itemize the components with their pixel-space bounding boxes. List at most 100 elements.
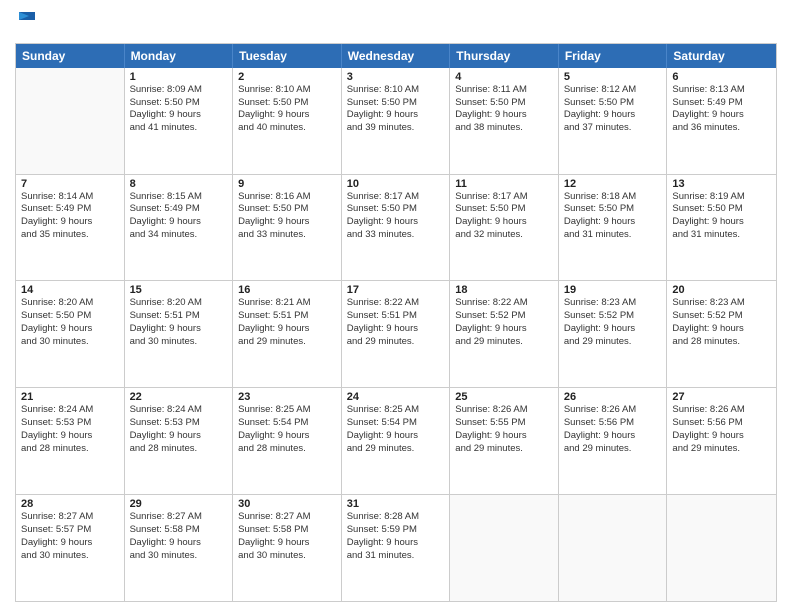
cell-info-line: and 36 minutes. — [672, 122, 771, 135]
weekday-header: Friday — [559, 44, 668, 68]
cell-info-line: Sunset: 5:50 PM — [455, 203, 553, 216]
cell-info-line: and 35 minutes. — [21, 229, 119, 242]
cell-info-line: Sunset: 5:58 PM — [238, 524, 336, 537]
calendar: SundayMondayTuesdayWednesdayThursdayFrid… — [15, 43, 777, 602]
cell-info-line: Sunrise: 8:20 AM — [130, 297, 228, 310]
day-number: 14 — [21, 284, 119, 296]
calendar-cell: 11Sunrise: 8:17 AMSunset: 5:50 PMDayligh… — [450, 175, 559, 281]
cell-info-line: Sunrise: 8:26 AM — [564, 404, 662, 417]
calendar-cell: 5Sunrise: 8:12 AMSunset: 5:50 PMDaylight… — [559, 68, 668, 174]
day-number: 6 — [672, 71, 771, 83]
cell-info-line: Daylight: 9 hours — [21, 216, 119, 229]
cell-info-line: Sunrise: 8:21 AM — [238, 297, 336, 310]
cell-info-line: Sunrise: 8:19 AM — [672, 191, 771, 204]
cell-info-line: and 29 minutes. — [564, 336, 662, 349]
cell-info-line: and 29 minutes. — [672, 443, 771, 456]
cell-info-line: Daylight: 9 hours — [564, 216, 662, 229]
day-number: 26 — [564, 391, 662, 403]
calendar-cell: 17Sunrise: 8:22 AMSunset: 5:51 PMDayligh… — [342, 281, 451, 387]
cell-info-line: Sunrise: 8:23 AM — [672, 297, 771, 310]
cell-info-line: Sunset: 5:49 PM — [672, 97, 771, 110]
cell-info-line: Sunrise: 8:26 AM — [672, 404, 771, 417]
cell-info-line: Daylight: 9 hours — [130, 216, 228, 229]
cell-info-line: and 29 minutes. — [455, 336, 553, 349]
cell-info-line: Sunrise: 8:27 AM — [130, 511, 228, 524]
cell-info-line: Daylight: 9 hours — [238, 216, 336, 229]
calendar-cell: 24Sunrise: 8:25 AMSunset: 5:54 PMDayligh… — [342, 388, 451, 494]
weekday-header: Thursday — [450, 44, 559, 68]
calendar-cell: 27Sunrise: 8:26 AMSunset: 5:56 PMDayligh… — [667, 388, 776, 494]
cell-info-line: and 38 minutes. — [455, 122, 553, 135]
calendar-cell: 22Sunrise: 8:24 AMSunset: 5:53 PMDayligh… — [125, 388, 234, 494]
cell-info-line: Daylight: 9 hours — [455, 323, 553, 336]
page: SundayMondayTuesdayWednesdayThursdayFrid… — [0, 0, 792, 612]
cell-info-line: Daylight: 9 hours — [238, 430, 336, 443]
cell-info-line: and 29 minutes. — [238, 336, 336, 349]
weekday-header: Tuesday — [233, 44, 342, 68]
cell-info-line: and 30 minutes. — [21, 336, 119, 349]
calendar-cell: 6Sunrise: 8:13 AMSunset: 5:49 PMDaylight… — [667, 68, 776, 174]
cell-info-line: Sunset: 5:51 PM — [130, 310, 228, 323]
calendar-cell — [667, 495, 776, 601]
cell-info-line: Sunrise: 8:23 AM — [564, 297, 662, 310]
cell-info-line: Sunset: 5:56 PM — [564, 417, 662, 430]
cell-info-line: Daylight: 9 hours — [672, 109, 771, 122]
calendar-cell: 19Sunrise: 8:23 AMSunset: 5:52 PMDayligh… — [559, 281, 668, 387]
cell-info-line: Sunset: 5:52 PM — [672, 310, 771, 323]
cell-info-line: Sunrise: 8:12 AM — [564, 84, 662, 97]
calendar-cell: 25Sunrise: 8:26 AMSunset: 5:55 PMDayligh… — [450, 388, 559, 494]
cell-info-line: Daylight: 9 hours — [130, 109, 228, 122]
cell-info-line: Sunset: 5:57 PM — [21, 524, 119, 537]
cell-info-line: Daylight: 9 hours — [564, 109, 662, 122]
calendar-cell: 3Sunrise: 8:10 AMSunset: 5:50 PMDaylight… — [342, 68, 451, 174]
cell-info-line: and 28 minutes. — [130, 443, 228, 456]
cell-info-line: Sunrise: 8:09 AM — [130, 84, 228, 97]
cell-info-line: Sunset: 5:50 PM — [238, 203, 336, 216]
day-number: 3 — [347, 71, 445, 83]
cell-info-line: Sunset: 5:56 PM — [672, 417, 771, 430]
cell-info-line: Sunrise: 8:17 AM — [347, 191, 445, 204]
day-number: 31 — [347, 498, 445, 510]
cell-info-line: Sunrise: 8:10 AM — [347, 84, 445, 97]
cell-info-line: Daylight: 9 hours — [672, 323, 771, 336]
cell-info-line: Daylight: 9 hours — [347, 430, 445, 443]
day-number: 2 — [238, 71, 336, 83]
cell-info-line: Sunrise: 8:25 AM — [238, 404, 336, 417]
cell-info-line: and 31 minutes. — [347, 550, 445, 563]
cell-info-line: Daylight: 9 hours — [347, 537, 445, 550]
calendar-body: 1Sunrise: 8:09 AMSunset: 5:50 PMDaylight… — [16, 68, 776, 601]
cell-info-line: Sunset: 5:52 PM — [455, 310, 553, 323]
cell-info-line: Sunset: 5:53 PM — [21, 417, 119, 430]
cell-info-line: Daylight: 9 hours — [130, 537, 228, 550]
calendar-cell: 16Sunrise: 8:21 AMSunset: 5:51 PMDayligh… — [233, 281, 342, 387]
cell-info-line: Sunset: 5:50 PM — [347, 203, 445, 216]
cell-info-line: Daylight: 9 hours — [347, 323, 445, 336]
cell-info-line: Sunset: 5:50 PM — [672, 203, 771, 216]
cell-info-line: Sunrise: 8:16 AM — [238, 191, 336, 204]
cell-info-line: and 29 minutes. — [455, 443, 553, 456]
day-number: 15 — [130, 284, 228, 296]
calendar-header: SundayMondayTuesdayWednesdayThursdayFrid… — [16, 44, 776, 68]
cell-info-line: and 39 minutes. — [347, 122, 445, 135]
day-number: 17 — [347, 284, 445, 296]
cell-info-line: Sunrise: 8:14 AM — [21, 191, 119, 204]
cell-info-line: Daylight: 9 hours — [347, 109, 445, 122]
calendar-cell — [559, 495, 668, 601]
cell-info-line: Sunrise: 8:18 AM — [564, 191, 662, 204]
calendar-cell: 1Sunrise: 8:09 AMSunset: 5:50 PMDaylight… — [125, 68, 234, 174]
cell-info-line: Sunrise: 8:22 AM — [455, 297, 553, 310]
cell-info-line: Sunset: 5:55 PM — [455, 417, 553, 430]
cell-info-line: Sunset: 5:50 PM — [564, 97, 662, 110]
cell-info-line: Daylight: 9 hours — [21, 430, 119, 443]
weekday-header: Sunday — [16, 44, 125, 68]
day-number: 22 — [130, 391, 228, 403]
cell-info-line: Sunrise: 8:11 AM — [455, 84, 553, 97]
calendar-cell: 15Sunrise: 8:20 AMSunset: 5:51 PMDayligh… — [125, 281, 234, 387]
day-number: 29 — [130, 498, 228, 510]
cell-info-line: and 30 minutes. — [130, 550, 228, 563]
day-number: 24 — [347, 391, 445, 403]
cell-info-line: and 37 minutes. — [564, 122, 662, 135]
calendar-cell: 30Sunrise: 8:27 AMSunset: 5:58 PMDayligh… — [233, 495, 342, 601]
cell-info-line: Daylight: 9 hours — [455, 109, 553, 122]
cell-info-line: Sunset: 5:50 PM — [21, 310, 119, 323]
